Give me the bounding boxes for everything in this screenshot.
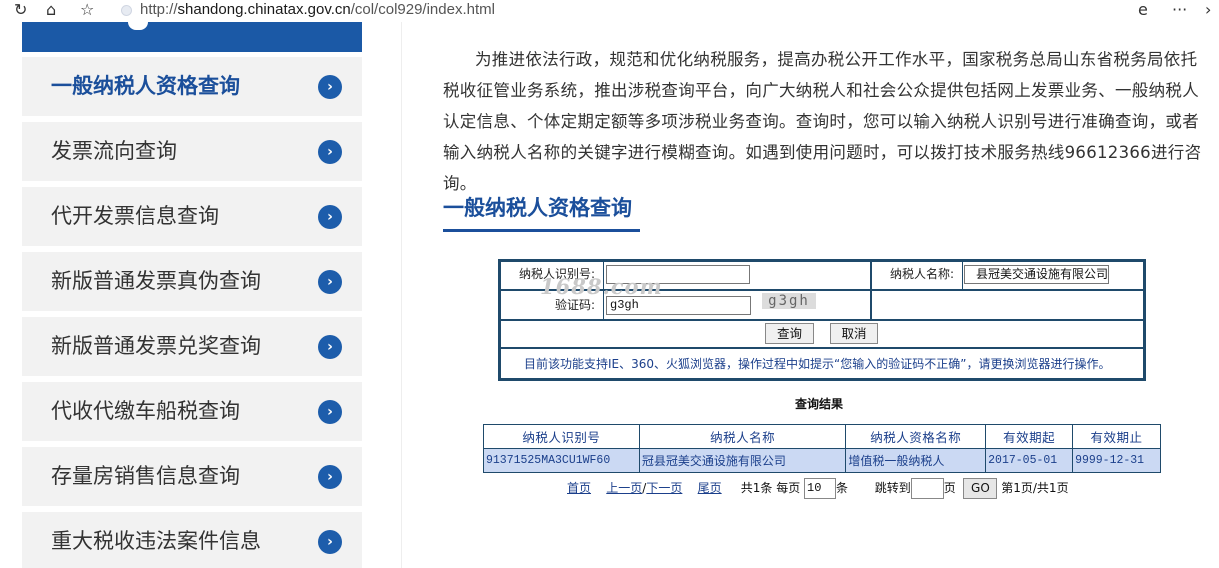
sidebar-item-housing-sales-query[interactable]: 存量房销售信息查询 ›: [22, 447, 362, 506]
page-unit: 页: [943, 481, 956, 495]
jump-page-input[interactable]: [910, 478, 944, 499]
sidebar: 一般纳税人资格查询 › 发票流向查询 › 代开发票信息查询 › 新版普通发票真伪…: [22, 22, 362, 568]
page-status: 第1页/共1页: [1001, 481, 1069, 495]
reload-icon[interactable]: ↻: [14, 1, 27, 19]
captcha-image[interactable]: g3gh: [762, 293, 816, 309]
chevron-right-icon: ›: [318, 530, 342, 554]
section-title: 一般纳税人资格查询: [443, 196, 632, 220]
cancel-button[interactable]: 取消: [830, 323, 878, 344]
jump-label: 跳转到: [874, 481, 911, 495]
browser-notice: 目前该功能支持IE、360、火狐浏览器，操作过程中如提示“您输入的验证码不正确”…: [524, 357, 1111, 371]
column-header: 有效期止: [1072, 424, 1161, 449]
sidebar-item-label: 存量房销售信息查询: [51, 464, 240, 488]
chevron-right-icon: ›: [318, 75, 342, 99]
chevron-right-icon: ›: [318, 140, 342, 164]
chevron-right-icon: ›: [318, 205, 342, 229]
sidebar-item-invoice-prize-query[interactable]: 新版普通发票兑奖查询 ›: [22, 317, 362, 376]
chevron-right-icon: ›: [318, 335, 342, 359]
sidebar-header: [22, 22, 362, 52]
intro-paragraph: 为推进依法行政，规范和优化纳税服务，提高办税公开工作水平，国家税务总局山东省税务…: [443, 50, 1202, 193]
table-cell: 91371525MA3CU1WF60: [483, 448, 640, 473]
form-cell: [871, 290, 1144, 320]
column-header: 纳税人名称: [638, 424, 847, 449]
table-cell: 冠县冠美交通设施有限公司: [638, 448, 847, 473]
favorites-icon[interactable]: ☆: [80, 1, 94, 19]
sidebar-item-invoice-authenticity-query[interactable]: 新版普通发票真伪查询 ›: [22, 252, 362, 311]
per-page-label: 每页: [776, 481, 801, 495]
sidebar-item-label: 代开发票信息查询: [51, 204, 219, 228]
results-table: 纳税人识别号 纳税人名称 纳税人资格名称 有效期起 有效期止 91371525M…: [483, 424, 1161, 473]
sidebar-item-vehicle-tax-query[interactable]: 代收代缴车船税查询 ›: [22, 382, 362, 441]
sidebar-item-label: 代收代缴车船税查询: [51, 399, 240, 423]
content-divider: [401, 22, 402, 568]
captcha-label: 验证码:: [555, 298, 596, 312]
go-button[interactable]: GO: [963, 478, 998, 499]
taxpayer-name-input[interactable]: 县冠美交通设施有限公司: [964, 265, 1109, 284]
pagination: 首页 上一页/下一页 尾页 共1条 每页 10 条 跳转到页 GO 第1页/共1页: [567, 476, 1069, 500]
total-count: 共1条: [740, 481, 773, 495]
last-page-link[interactable]: 尾页: [698, 481, 722, 495]
table-row[interactable]: 91371525MA3CU1WF60 冠县冠美交通设施有限公司 增值税一般纳税人…: [483, 448, 1161, 473]
profile-icon[interactable]: ›: [1205, 1, 1211, 19]
prev-page-link[interactable]: 上一页: [606, 481, 642, 495]
browser-toolbar: ↻ ⌂ ☆ http://shandong.chinatax.gov.cn/co…: [0, 0, 1219, 22]
per-page-unit: 条: [836, 481, 849, 495]
column-header: 纳税人识别号: [483, 424, 640, 449]
site-info-icon[interactable]: [121, 5, 132, 16]
captcha-input[interactable]: g3gh: [606, 296, 751, 315]
form-cell: [500, 320, 1144, 348]
chevron-right-icon: ›: [318, 465, 342, 489]
table-cell: 增值税一般纳税人: [845, 448, 987, 473]
per-page-input[interactable]: 10: [804, 478, 837, 499]
column-header: 有效期起: [985, 424, 1074, 449]
home-icon[interactable]: ⌂: [46, 1, 56, 19]
sidebar-item-label: 重大税收违法案件信息: [51, 529, 261, 553]
column-header: 纳税人资格名称: [845, 424, 987, 449]
sidebar-item-general-taxpayer-query[interactable]: 一般纳税人资格查询 ›: [22, 57, 362, 116]
taxpayer-name-label: 纳税人名称:: [890, 267, 955, 281]
chevron-right-icon: ›: [318, 400, 342, 424]
sidebar-item-label: 新版普通发票兑奖查询: [51, 334, 261, 358]
sidebar-item-label: 新版普通发票真伪查询: [51, 269, 261, 293]
section-title-underline: [443, 229, 640, 232]
address-bar[interactable]: http://shandong.chinatax.gov.cn/col/col9…: [140, 1, 495, 19]
ie-mode-icon[interactable]: e: [1138, 1, 1148, 19]
chevron-right-icon: ›: [318, 270, 342, 294]
sidebar-item-label: 发票流向查询: [51, 139, 177, 163]
query-button[interactable]: 查询: [765, 323, 814, 344]
table-cell: 9999-12-31: [1072, 448, 1161, 473]
first-page-link[interactable]: 首页: [567, 481, 591, 495]
table-header-row: 纳税人识别号 纳税人名称 纳税人资格名称 有效期起 有效期止: [483, 424, 1161, 449]
more-icon[interactable]: ···: [1172, 1, 1187, 19]
sidebar-item-tax-violation-cases[interactable]: 重大税收违法案件信息 ›: [22, 512, 362, 568]
next-page-link[interactable]: 下一页: [646, 481, 682, 495]
results-title: 查询结果: [795, 397, 844, 411]
table-cell: 2017-05-01: [985, 448, 1074, 473]
sidebar-item-label: 一般纳税人资格查询: [51, 74, 240, 98]
sidebar-item-proxy-invoice-query[interactable]: 代开发票信息查询 ›: [22, 187, 362, 246]
sidebar-item-invoice-flow-query[interactable]: 发票流向查询 ›: [22, 122, 362, 181]
